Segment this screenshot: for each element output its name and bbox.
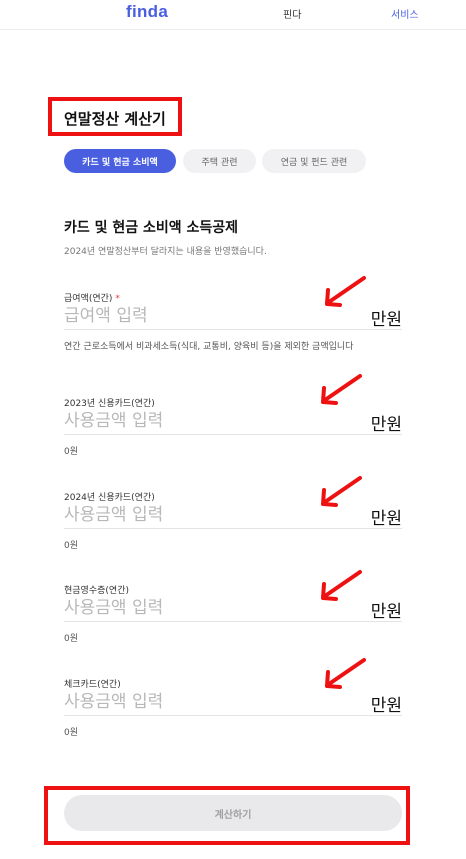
finda-logo[interactable]: finda [126,2,168,22]
tab-card-cash[interactable]: 카드 및 현금 소비액 [64,149,176,173]
unit-label: 만원 [370,415,402,435]
annotation-arrow-icon [321,476,362,507]
tab-pension-fund[interactable]: 연금 및 펀드 관련 [262,149,366,173]
unit-label: 만원 [370,602,402,622]
button-highlight-box [44,786,410,845]
page-title: 연말정산 계산기 [64,110,166,128]
section-subtitle: 2024년 연말정산부터 달라지는 내용을 반영했습니다. [64,247,267,257]
field-help-text: 0원 [64,634,79,644]
field-help-text: 연간 근로소득에서 비과세소득(식대, 교통비, 양육비 등)을 제외한 금액입… [64,342,354,352]
tab-housing[interactable]: 주택 관련 [183,149,256,173]
section-title: 카드 및 현금 소비액 소득공제 [64,220,239,236]
credit-2023-input[interactable] [64,407,402,435]
top-header: finda 핀다 서비스 [0,0,466,30]
field-help-text: 0원 [64,728,79,738]
nav-link-service[interactable]: 서비스 [391,6,419,21]
nav-link-finda[interactable]: 핀다 [283,6,301,21]
annotation-arrow-icon [321,374,362,405]
unit-label: 만원 [370,509,402,529]
annotation-arrow-icon [325,276,366,307]
unit-label: 만원 [370,310,402,330]
field-help-text: 0원 [64,447,79,457]
annotation-arrow-icon [325,658,366,689]
annotation-arrow-icon [321,570,362,601]
field-help-text: 0원 [64,541,79,551]
unit-label: 만원 [370,696,402,716]
check-card-input[interactable] [64,688,402,716]
